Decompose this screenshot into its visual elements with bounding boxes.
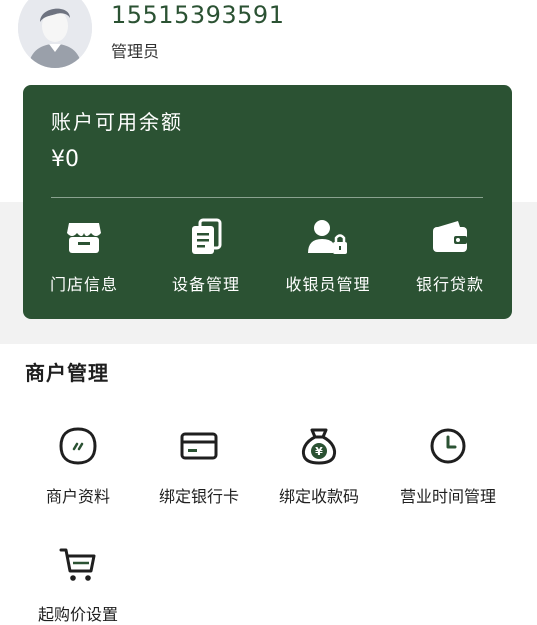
- cashier-management-button[interactable]: 收银员管理: [267, 215, 389, 295]
- bank-loan-button[interactable]: 银行贷款: [389, 215, 511, 295]
- money-bag-icon: ¥: [301, 428, 337, 465]
- bind-payment-code-label: 绑定收款码: [278, 487, 359, 506]
- user-avatar-icon: [18, 0, 92, 68]
- phone-number: 15515393591: [111, 1, 285, 29]
- store-icon: [67, 223, 101, 253]
- device-doc-icon: [192, 218, 222, 254]
- role-label: 管理员: [111, 42, 160, 61]
- bank-loan-label: 银行贷款: [415, 275, 484, 294]
- device-management-label: 设备管理: [171, 275, 240, 294]
- merchant-profile-button[interactable]: 商户资料: [17, 424, 139, 507]
- merchant-section-title: 商户管理: [25, 361, 109, 385]
- business-hours-button[interactable]: 营业时间管理: [387, 424, 509, 507]
- device-management-button[interactable]: 设备管理: [145, 215, 267, 295]
- balance-title: 账户可用余额: [51, 110, 183, 134]
- bank-card-icon: [180, 432, 218, 460]
- bind-bank-card-button[interactable]: 绑定银行卡: [138, 424, 260, 507]
- merchant-profile-label: 商户资料: [45, 487, 110, 506]
- balance-amount: ¥0: [51, 147, 79, 172]
- min-purchase-label: 起购价设置: [37, 605, 118, 624]
- card-divider: [51, 197, 483, 198]
- profile-badge-icon: [59, 427, 97, 465]
- store-info-button[interactable]: 门店信息: [23, 215, 145, 295]
- bind-payment-code-button[interactable]: ¥ 绑定收款码: [258, 424, 380, 507]
- cart-icon: [59, 548, 96, 581]
- cashier-lock-icon: [308, 220, 347, 254]
- min-purchase-button[interactable]: 起购价设置: [17, 542, 139, 625]
- bind-bank-card-label: 绑定银行卡: [158, 487, 239, 506]
- store-info-label: 门店信息: [49, 275, 118, 294]
- avatar[interactable]: [18, 0, 92, 68]
- business-hours-label: 营业时间管理: [399, 487, 496, 506]
- cashier-management-label: 收银员管理: [285, 275, 371, 294]
- balance-card: 账户可用余额 ¥0 门店信息 设备管理 收银员管理 银行贷款: [23, 85, 512, 319]
- svg-text:¥: ¥: [315, 445, 323, 458]
- wallet-icon: [433, 221, 467, 252]
- clock-icon: [430, 428, 466, 464]
